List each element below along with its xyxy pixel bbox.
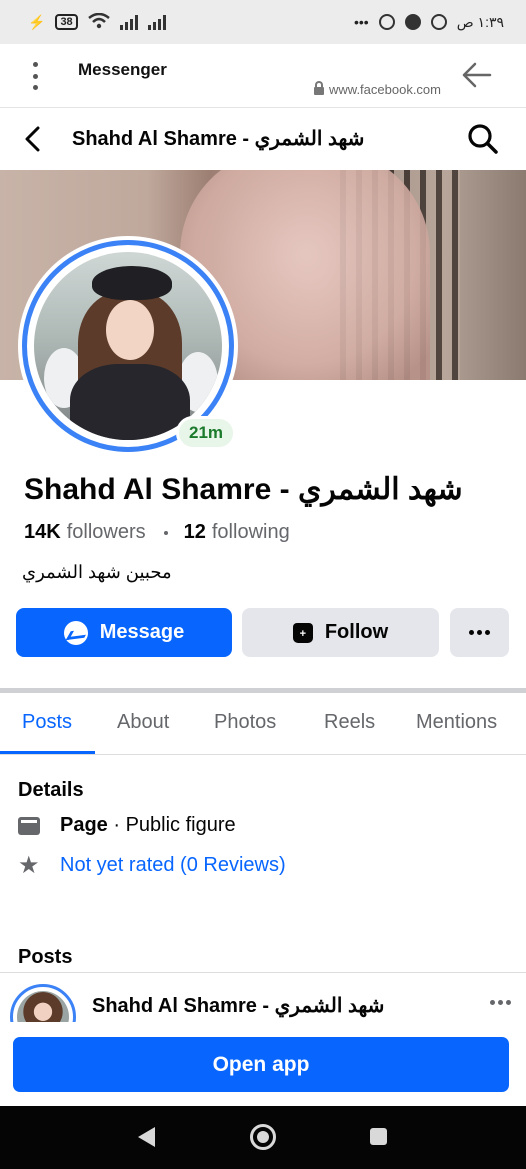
messenger-icon (404, 14, 421, 30)
message-button-label: Message (99, 621, 185, 643)
whatsapp-icon (430, 14, 447, 30)
whatsapp-business-icon (378, 14, 395, 30)
browser-url: www.facebook.com (314, 81, 441, 97)
photo-detail (92, 266, 172, 300)
photo-detail (70, 364, 190, 440)
profile-tabs: Posts About Photos Reels Mentions (0, 693, 526, 755)
search-icon[interactable] (466, 122, 500, 161)
status-right: ••• ١:٣٩ ص (354, 14, 504, 31)
screen: ⚡ 38 ••• ١:٣٩ ص Messenger www.facebook.c… (0, 0, 526, 1169)
nav-home-icon[interactable] (250, 1124, 276, 1150)
follow-icon (292, 622, 313, 643)
posts-heading: Posts (18, 946, 73, 968)
battery-level: 38 (60, 16, 73, 28)
post-author-name[interactable]: Shahd Al Shamre - شهد الشمري (92, 993, 384, 1018)
tab-mentions[interactable]: Mentions (416, 711, 497, 734)
battery-icon: 38 (55, 14, 78, 30)
tab-posts[interactable]: Posts (22, 711, 72, 734)
page-header: Shahd Al Shamre - شهد الشمري (0, 108, 526, 170)
status-bar: ⚡ 38 ••• ١:٣٩ ص (0, 0, 526, 44)
message-button[interactable]: Message (16, 608, 232, 657)
following-label[interactable]: following (212, 521, 290, 544)
messenger-icon (63, 620, 88, 645)
browser-bar: Messenger www.facebook.com (0, 44, 526, 108)
follow-button[interactable]: Follow (242, 608, 439, 657)
more-options-button[interactable] (450, 608, 509, 657)
nav-back-icon[interactable] (138, 1127, 155, 1147)
following-count[interactable]: 12 (184, 521, 206, 544)
follow-stats: 14K followers 12 following (24, 521, 290, 544)
star-icon: ★ (18, 851, 40, 879)
followers-count[interactable]: 14K (24, 521, 61, 544)
follow-button-label: Follow (324, 621, 389, 643)
back-chevron-icon[interactable] (20, 124, 46, 159)
post-more-icon[interactable] (490, 1000, 511, 1005)
url-text: www.facebook.com (329, 82, 441, 97)
browser-title: Messenger (78, 60, 167, 79)
clock: ١:٣٩ ص (456, 13, 504, 30)
open-app-button[interactable]: Open app (13, 1037, 509, 1092)
wifi-icon (87, 12, 110, 32)
charging-icon: ⚡ (28, 13, 46, 30)
profile-photo (34, 252, 222, 440)
profile-name: Shahd Al Shamre - شهد الشمري (24, 473, 463, 506)
followers-label[interactable]: followers (67, 521, 146, 544)
header-title: Shahd Al Shamre - شهد الشمري (72, 128, 365, 150)
status-left: ⚡ 38 (28, 12, 166, 32)
nav-recents-icon[interactable] (370, 1128, 387, 1145)
posts-divider (0, 972, 526, 973)
active-time-badge: 21m (176, 416, 236, 450)
browser-menu-icon[interactable] (30, 62, 40, 90)
details-heading: Details (18, 779, 84, 801)
reviews-link[interactable]: Not yet rated (0 Reviews) (60, 854, 286, 877)
profile-bio: محبين شهد الشمري (22, 562, 172, 582)
page-category-row: Page · Public figure (18, 814, 236, 837)
lock-icon (314, 81, 324, 95)
signal-icon-1 (119, 14, 138, 30)
tab-photos[interactable]: Photos (214, 711, 276, 734)
category-name: · Public figure (107, 814, 236, 836)
rating-row: ★ Not yet rated (0 Reviews) (18, 851, 286, 879)
signal-icon-2 (147, 14, 166, 30)
active-tab-indicator (0, 751, 95, 754)
separator-dot (163, 530, 168, 535)
photo-detail (106, 300, 154, 360)
more-notifications-icon: ••• (354, 14, 369, 30)
category-type: Page (60, 814, 108, 836)
more-dots-icon (469, 630, 490, 635)
tab-about[interactable]: About (117, 711, 169, 734)
close-browser-arrow-icon[interactable] (460, 58, 494, 97)
page-icon (18, 816, 40, 835)
tab-reels[interactable]: Reels (324, 711, 375, 734)
open-app-bar: Open app (0, 1022, 526, 1106)
system-nav-bar (0, 1106, 526, 1169)
